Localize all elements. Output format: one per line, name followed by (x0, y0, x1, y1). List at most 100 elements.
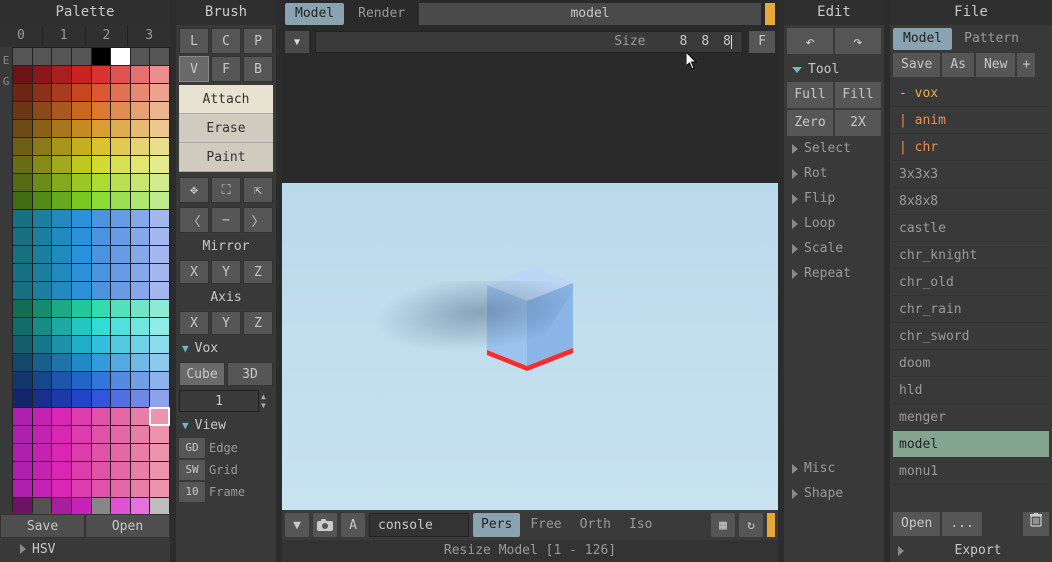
palette-swatch[interactable] (131, 480, 150, 497)
mirror-x-button[interactable]: X (179, 260, 209, 284)
dropdown-toggle-icon[interactable]: ▼ (285, 31, 309, 53)
palette-swatch[interactable] (92, 336, 111, 353)
palette-swatch[interactable] (111, 192, 130, 209)
file-add-button[interactable]: + (1017, 53, 1035, 77)
palette-index-1[interactable]: 1 (43, 25, 86, 47)
palette-swatch[interactable] (72, 246, 91, 263)
palette-swatch[interactable] (33, 444, 52, 461)
palette-swatch[interactable] (150, 372, 169, 389)
file-new-button[interactable]: New (976, 53, 1015, 77)
palette-swatch[interactable] (72, 426, 91, 443)
palette-swatch[interactable] (72, 120, 91, 137)
palette-swatch[interactable] (131, 282, 150, 299)
palette-swatch[interactable] (72, 372, 91, 389)
palette-swatch[interactable] (33, 426, 52, 443)
palette-swatch[interactable] (131, 426, 150, 443)
palette-swatch[interactable] (92, 264, 111, 281)
palette-swatch[interactable] (92, 318, 111, 335)
a-button[interactable]: A (341, 513, 365, 537)
palette-swatch[interactable] (13, 48, 32, 65)
palette-swatch[interactable] (111, 48, 130, 65)
redo-icon[interactable]: ↷ (835, 28, 881, 54)
palette-swatch[interactable] (52, 390, 71, 407)
palette-swatch[interactable] (92, 372, 111, 389)
trash-icon[interactable] (1023, 512, 1049, 536)
palette-swatch[interactable] (92, 444, 111, 461)
palette-swatch[interactable] (150, 102, 169, 119)
palette-swatch[interactable] (150, 462, 169, 479)
file-item[interactable]: chr_knight (893, 242, 1049, 269)
palette-swatch[interactable] (13, 408, 32, 425)
palette-swatch[interactable] (52, 426, 71, 443)
palette-swatch[interactable] (52, 138, 71, 155)
palette-swatch[interactable] (111, 84, 130, 101)
palette-swatch[interactable] (111, 480, 130, 497)
vox-count-value[interactable]: 1 (179, 390, 259, 412)
brush-shape-f[interactable]: F (211, 56, 241, 82)
palette-swatch[interactable] (150, 228, 169, 245)
palette-swatch[interactable] (111, 102, 130, 119)
palette-swatch[interactable] (131, 48, 150, 65)
palette-swatch[interactable] (111, 156, 130, 173)
proj-pers[interactable]: Pers (473, 513, 520, 537)
palette-index-0[interactable]: 0 (0, 25, 43, 47)
file-export-row[interactable]: Export (890, 539, 1052, 562)
tab-render[interactable]: Render (348, 3, 415, 25)
file-item[interactable]: model (893, 431, 1049, 458)
palette-swatch[interactable] (131, 264, 150, 281)
palette-swatch[interactable] (131, 138, 150, 155)
palette-swatch[interactable] (111, 210, 130, 227)
palette-swatch[interactable] (13, 192, 32, 209)
view-tag[interactable]: SW (179, 460, 205, 480)
minus-icon[interactable]: − (211, 207, 241, 233)
file-item[interactable]: doom (893, 350, 1049, 377)
palette-swatch[interactable] (52, 120, 71, 137)
palette-swatch[interactable] (33, 390, 52, 407)
palette-swatch[interactable] (92, 102, 111, 119)
tool-2x-button[interactable]: 2X (835, 110, 881, 136)
palette-swatch[interactable] (111, 390, 130, 407)
palette-swatch[interactable] (33, 282, 52, 299)
palette-swatch[interactable] (111, 408, 130, 425)
palette-swatch[interactable] (72, 228, 91, 245)
palette-swatch[interactable] (72, 138, 91, 155)
file-item[interactable]: chr_rain (893, 296, 1049, 323)
file-item[interactable]: castle (893, 215, 1049, 242)
palette-swatch[interactable] (13, 462, 32, 479)
palette-swatch[interactable] (52, 408, 71, 425)
palette-swatch[interactable] (52, 156, 71, 173)
palette-swatch[interactable] (52, 48, 71, 65)
refresh-icon[interactable]: ↻ (739, 513, 763, 537)
fit-button[interactable]: F (749, 31, 775, 53)
palette-swatch[interactable] (131, 462, 150, 479)
palette-swatch[interactable] (150, 156, 169, 173)
palette-swatch[interactable] (72, 48, 91, 65)
palette-swatch[interactable] (92, 84, 111, 101)
palette-swatch[interactable] (33, 246, 52, 263)
palette-swatch[interactable] (150, 174, 169, 191)
palette-swatch[interactable] (92, 498, 111, 515)
view-tag[interactable]: 10 (179, 482, 205, 502)
palette-swatch[interactable] (150, 426, 169, 443)
palette-swatch[interactable] (72, 156, 91, 173)
palette-swatch[interactable] (33, 480, 52, 497)
brush-shape-b[interactable]: B (243, 56, 273, 82)
palette-swatch[interactable] (92, 210, 111, 227)
color-indicator[interactable] (765, 3, 775, 25)
palette-swatch[interactable] (131, 120, 150, 137)
palette-swatch[interactable] (52, 282, 71, 299)
palette-swatch[interactable] (150, 246, 169, 263)
palette-save-button[interactable]: Save (0, 514, 85, 538)
vox-cube-button[interactable]: Cube (179, 362, 225, 386)
next-icon[interactable]: 〉 (243, 207, 273, 233)
edit-section-scale[interactable]: Scale (784, 236, 884, 261)
palette-swatch[interactable] (13, 264, 32, 281)
palette-swatch[interactable] (92, 246, 111, 263)
palette-swatch[interactable] (33, 300, 52, 317)
color-indicator[interactable] (767, 513, 775, 537)
palette-swatch[interactable] (52, 318, 71, 335)
palette-swatch[interactable] (33, 84, 52, 101)
palette-swatch[interactable] (92, 408, 111, 425)
palette-swatch[interactable] (33, 318, 52, 335)
palette-swatch[interactable] (33, 264, 52, 281)
